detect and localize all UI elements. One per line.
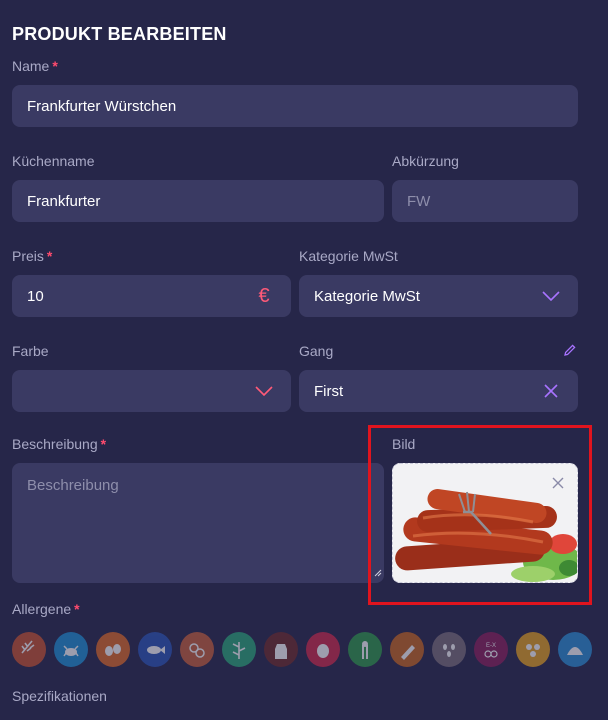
specifications-label: Spezifikationen xyxy=(12,688,107,704)
kitchen-name-label: Küchenname xyxy=(12,153,95,169)
color-label: Farbe xyxy=(12,343,49,359)
clear-icon[interactable] xyxy=(539,379,563,403)
price-label: Preis * xyxy=(12,248,53,264)
allergen-list: E-X xyxy=(12,632,592,670)
pencil-icon[interactable] xyxy=(563,343,579,359)
kitchen-name-value: Frankfurter xyxy=(27,192,101,210)
price-field[interactable]: 10 € xyxy=(12,275,291,317)
course-label: Gang xyxy=(299,343,334,359)
name-field[interactable]: Frankfurter Würstchen xyxy=(12,85,578,127)
sulphites-icon[interactable]: E-X xyxy=(474,632,508,667)
nuts-icon[interactable] xyxy=(306,632,340,667)
euro-icon: € xyxy=(258,284,270,307)
mustard-icon[interactable] xyxy=(390,632,424,667)
vat-category-select[interactable]: Kategorie MwSt xyxy=(299,275,578,317)
svg-text:E-X: E-X xyxy=(486,643,496,649)
chevron-down-icon xyxy=(539,284,563,308)
soy-icon[interactable] xyxy=(222,632,256,667)
name-value: Frankfurter Würstchen xyxy=(27,97,177,115)
gluten-icon[interactable] xyxy=(12,632,46,667)
chevron-down-icon xyxy=(252,379,276,403)
vat-category-value: Kategorie MwSt xyxy=(314,287,420,305)
color-select[interactable] xyxy=(12,370,291,412)
page-title: PRODUKT BEARBEITEN xyxy=(12,24,227,44)
sesame-icon[interactable] xyxy=(432,632,466,667)
kitchen-name-field[interactable]: Frankfurter xyxy=(12,180,384,222)
crustaceans-icon[interactable] xyxy=(54,632,88,667)
abbreviation-label: Abkürzung xyxy=(392,153,459,169)
milk-icon[interactable] xyxy=(264,632,298,667)
vat-category-label: Kategorie MwSt xyxy=(299,248,398,264)
fish-icon[interactable] xyxy=(138,632,172,667)
price-value: 10 xyxy=(27,287,44,305)
celery-icon[interactable] xyxy=(348,632,382,667)
name-label: Name * xyxy=(12,58,58,74)
peanuts-icon[interactable] xyxy=(180,632,214,667)
course-value: First xyxy=(314,382,344,400)
lupin-icon[interactable] xyxy=(516,632,550,667)
abbreviation-placeholder: FW xyxy=(407,192,431,210)
course-select[interactable]: First xyxy=(299,370,578,412)
abbreviation-field[interactable]: FW xyxy=(392,180,578,222)
allergens-label: Allergene * xyxy=(12,601,80,617)
description-placeholder: Beschreibung xyxy=(27,477,119,494)
eggs-icon[interactable] xyxy=(96,632,130,667)
molluscs-icon[interactable] xyxy=(558,632,592,667)
description-label: Beschreibung * xyxy=(12,436,107,452)
description-textarea[interactable]: Beschreibung xyxy=(12,463,384,583)
image-highlight-frame xyxy=(368,425,592,605)
